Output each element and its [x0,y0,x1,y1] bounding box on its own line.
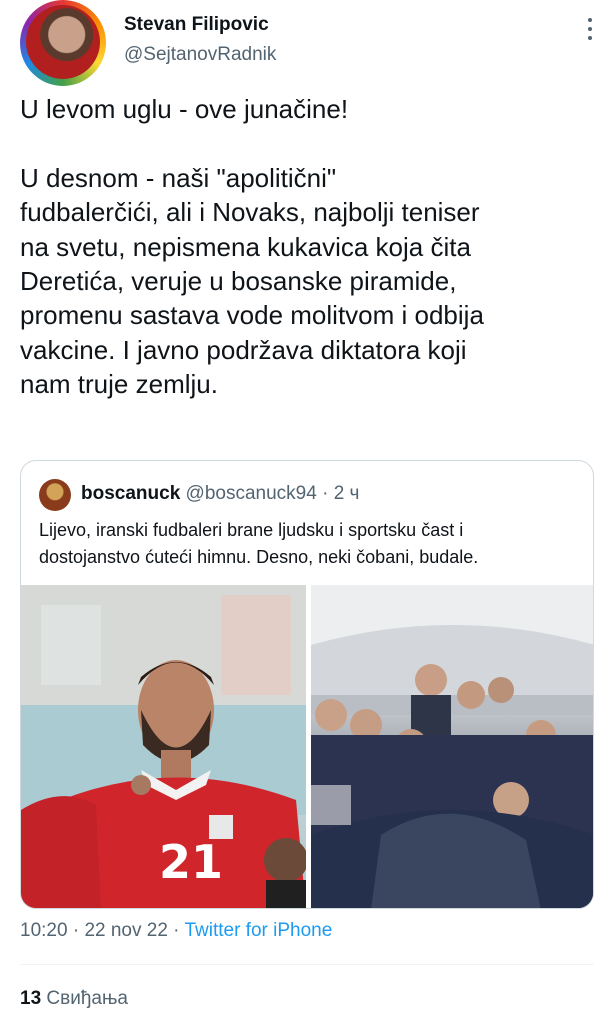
avatar-photo [26,5,100,79]
likes-number: 13 [20,988,42,1009]
quoted-text-line: Lijevo, iranski fudbaleri brane ljudsku … [39,520,464,540]
divider [20,964,594,965]
photo-iran-player[interactable]: 21 [21,585,306,908]
tweet-time: 10:20 [20,920,68,941]
tweet-line: U desnom - naši "apolitični" [20,162,337,193]
tweet-line: na svetu, nepismena kukavica koja čita [20,231,471,262]
quoted-author-avatar [39,479,71,511]
likes-count[interactable]: 13 Свиђања [20,988,128,1010]
quoted-text-line: dostojanstvo ćuteći himnu. Desno, neki č… [39,547,479,567]
tweet-line: fudbalerčići, ali i Novaks, najbolji ten… [20,197,480,228]
author-handle[interactable]: @SejtanovRadnik [124,44,276,66]
quoted-tweet[interactable]: boscanuck @boscanuck94 · 2 ч Lijevo, ira… [20,460,594,909]
photo-serbia-team[interactable] [311,585,593,908]
likes-label: Свиђања [46,988,128,1009]
author-name[interactable]: Stevan Filipovic [124,14,269,36]
tweet-source-link[interactable]: Twitter for iPhone [184,920,332,941]
tweet-date: 22 nov 22 [84,920,168,941]
quoted-author-name: boscanuck [81,483,181,504]
tweet-line: promenu sastava vode molitvom i odbija [20,300,484,331]
tweet-text: U levom uglu - ove junačine! U desnom - … [20,92,600,402]
quoted-media: 21 [21,585,593,908]
quoted-text: Lijevo, iranski fudbaleri brane ljudsku … [39,517,579,571]
tweet-line: U levom uglu - ove junačine! [20,94,349,124]
separator: · [316,483,334,504]
separator: · [167,920,185,941]
quoted-author-handle: @boscanuck94 [185,483,317,504]
tweet-meta: 10:20 · 22 nov 22 · Twitter for iPhone [20,920,332,942]
tweet-header: Stevan Filipovic @SejtanovRadnik [20,0,600,90]
photo-serbia-team-drawing [311,585,593,908]
separator: · [67,920,85,941]
more-options-icon[interactable] [580,14,600,44]
quoted-time: 2 ч [333,483,360,504]
jersey-number: 21 [159,835,224,889]
tweet-line: vakcine. I javno podržava diktatora koji [20,334,467,365]
tweet-line: nam truje zemlju. [20,369,218,400]
quoted-header: boscanuck @boscanuck94 · 2 ч [81,483,359,505]
tweet-line: Deretića, veruje u bosanske piramide, [20,266,457,297]
author-avatar[interactable] [20,0,106,86]
